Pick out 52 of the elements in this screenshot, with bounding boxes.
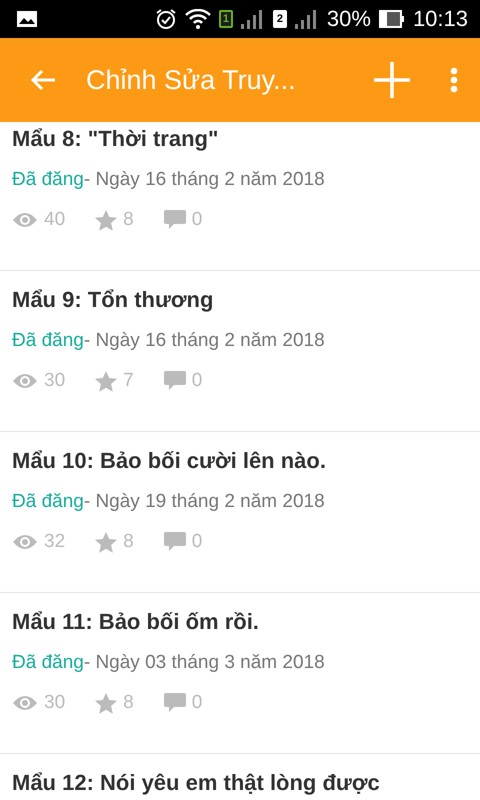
- vote-count: 8: [123, 209, 134, 231]
- publish-info: Đã đăng- Ngày 03 tháng 3 năm 2018: [12, 652, 326, 674]
- eye-icon: [12, 211, 38, 229]
- story-part-item[interactable]: Mẩu 9: Tổn thương Đã đăng- Ngày 16 tháng 2 năm 2018 30 7 0: [0, 271, 480, 432]
- battery-percent: 30%: [326, 6, 371, 32]
- comment-count: 0: [192, 370, 202, 392]
- part-title: Mẩu 10: Bảo bối cười lên nào.: [12, 447, 327, 474]
- wifi-icon: [184, 9, 211, 29]
- star-icon: [95, 692, 118, 714]
- star-icon: [95, 210, 118, 230]
- publish-info: Đã đăng- Ngày 16 tháng 2 năm 2018: [12, 330, 326, 352]
- view-count: 30: [44, 692, 66, 714]
- star-icon: [95, 370, 118, 392]
- eye-icon: [12, 694, 38, 712]
- story-part-item[interactable]: Mẩu 11: Bảo bối ốm rồi. Đã đăng- Ngày 03 tháng 3 năm 2018 30 8 0: [0, 593, 480, 754]
- part-title: Mẩu 8: "Thời trang": [12, 125, 220, 152]
- part-title: Mẩu 11: Bảo bối ốm rồi.: [12, 608, 260, 635]
- comment-icon: [164, 210, 186, 230]
- story-part-item[interactable]: Mẩu 8: "Thời trang" Đã đăng- Ngày 16 tháng 2 năm 2018 40 8 0: [0, 110, 480, 271]
- image-icon: [16, 10, 38, 28]
- eye-icon: [12, 533, 38, 551]
- comment-icon: [164, 532, 186, 552]
- sim-icon: 2: [272, 10, 287, 28]
- view-count: 30: [44, 370, 66, 392]
- toolbar-title: Chỉnh Sửa Truy...: [86, 64, 297, 96]
- vote-count: 8: [123, 531, 134, 553]
- comment-icon: [164, 693, 186, 713]
- vote-count: 7: [123, 370, 134, 392]
- star-icon: [95, 532, 118, 552]
- view-count: 32: [44, 531, 66, 553]
- comment-icon: [164, 371, 186, 391]
- comment-count: 0: [192, 209, 202, 231]
- more-menu-icon[interactable]: [450, 67, 458, 93]
- story-part-item[interactable]: Mẩu 12: Nói yêu em thật lòng được: [0, 754, 480, 800]
- signal-icon: [294, 9, 319, 29]
- comment-count: 0: [192, 531, 202, 553]
- part-title: Mẩu 9: Tổn thương: [12, 286, 214, 313]
- back-arrow-icon[interactable]: [30, 69, 56, 91]
- publish-info: Đã đăng- Ngày 19 tháng 2 năm 2018: [12, 491, 326, 513]
- vote-count: 8: [123, 692, 134, 714]
- battery-icon: [378, 10, 405, 28]
- sim-icon: 1: [218, 10, 233, 28]
- view-count: 40: [44, 209, 66, 231]
- part-title: Mẩu 12: Nói yêu em thật lòng được: [12, 769, 381, 796]
- comment-count: 0: [192, 692, 202, 714]
- publish-info: Đã đăng- Ngày 16 tháng 2 năm 2018: [12, 169, 326, 191]
- eye-icon: [12, 372, 38, 390]
- alarm-icon: [154, 8, 177, 30]
- story-part-item[interactable]: Mẩu 10: Bảo bối cười lên nào. Đã đăng- Ngày 19 tháng 2 năm 2018 32 8 0: [0, 432, 480, 593]
- add-icon[interactable]: [374, 62, 410, 98]
- signal-icon: [240, 9, 265, 29]
- clock: 10:13: [412, 6, 468, 32]
